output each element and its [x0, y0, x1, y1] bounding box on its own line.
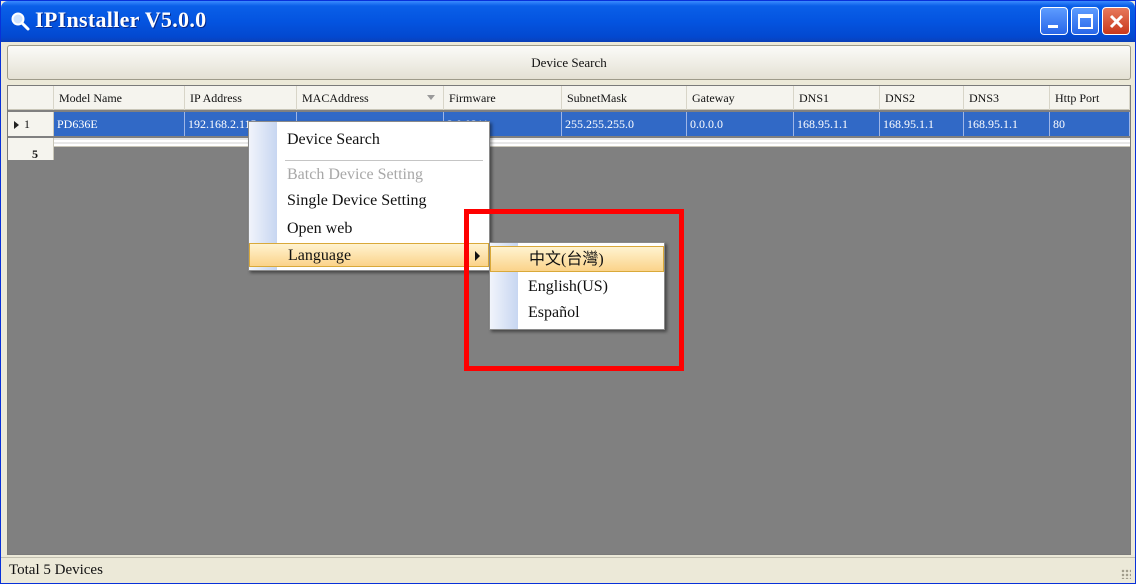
column-header-dns3[interactable]: DNS3 — [964, 86, 1050, 110]
menu-item-open-web[interactable]: Open web — [249, 217, 489, 241]
menu-item-language-label: Language — [288, 247, 352, 264]
sort-arrow-icon — [427, 95, 435, 100]
menu-item-batch-device-setting[interactable]: Batch Device Setting — [249, 163, 489, 187]
cell-subnet-mask[interactable]: 255.255.255.0 — [562, 112, 687, 136]
cell-http-port[interactable]: 80 — [1050, 112, 1130, 136]
maximize-button[interactable] — [1071, 7, 1099, 35]
row-header-next[interactable]: 5 — [8, 138, 54, 161]
context-menu: Device Search Batch Device Setting Singl… — [248, 121, 490, 271]
title-bar[interactable]: IPInstaller V5.0.0 — [1, 1, 1135, 42]
cell-gateway[interactable]: 0.0.0.0 — [687, 112, 794, 136]
cell-model-name[interactable]: PD636E — [54, 112, 185, 136]
window-title: IPInstaller V5.0.0 — [35, 7, 207, 32]
column-header-gateway[interactable]: Gateway — [687, 86, 794, 110]
row-index: 1 — [24, 117, 30, 131]
maximize-icon — [1078, 14, 1093, 29]
cell-dns2[interactable]: 168.95.1.1 — [880, 112, 964, 136]
menu-item-language[interactable]: Language — [249, 243, 489, 267]
resize-grip-icon[interactable] — [1121, 569, 1131, 579]
grid-header: Model Name IP Address MACAddress Firmwar… — [8, 86, 1130, 110]
column-header-model-name[interactable]: Model Name — [54, 86, 185, 110]
column-header-mac-address[interactable]: MACAddress — [297, 86, 444, 110]
column-header-mac-address-label: MACAddress — [302, 91, 369, 105]
status-text: Total 5 Devices — [9, 562, 103, 578]
header-corner — [8, 86, 54, 110]
current-row-arrow-icon — [14, 121, 19, 130]
status-bar: Total 5 Devices — [1, 557, 1135, 583]
column-header-firmware[interactable]: Firmware — [444, 86, 562, 110]
menu-separator — [285, 160, 483, 161]
menu-item-device-search[interactable]: Device Search — [249, 128, 489, 152]
close-icon — [1109, 14, 1124, 29]
app-window: IPInstaller V5.0.0 Device Search Model N… — [0, 0, 1136, 584]
table-row[interactable]: PD636E 192.168.2.115 2.0.0211 255.255.25… — [8, 112, 1130, 136]
column-header-dns2[interactable]: DNS2 — [880, 86, 964, 110]
row-header-selected[interactable]: 1 — [8, 112, 54, 136]
cell-dns1[interactable]: 168.95.1.1 — [794, 112, 880, 136]
cell-dns3[interactable]: 168.95.1.1 — [964, 112, 1050, 136]
collapsed-rows[interactable] — [8, 138, 1130, 147]
menu-item-single-device-setting[interactable]: Single Device Setting — [249, 189, 489, 213]
device-search-button[interactable]: Device Search — [7, 45, 1131, 80]
minimize-button[interactable] — [1040, 7, 1068, 35]
column-header-subnet-mask[interactable]: SubnetMask — [562, 86, 687, 110]
column-header-dns1[interactable]: DNS1 — [794, 86, 880, 110]
annotation-highlight-box — [464, 209, 684, 371]
minimize-icon — [1048, 25, 1058, 28]
magnifier-icon — [11, 12, 30, 31]
close-button[interactable] — [1102, 7, 1130, 35]
column-header-ip-address[interactable]: IP Address — [185, 86, 297, 110]
column-header-http-port[interactable]: Http Port — [1050, 86, 1130, 110]
